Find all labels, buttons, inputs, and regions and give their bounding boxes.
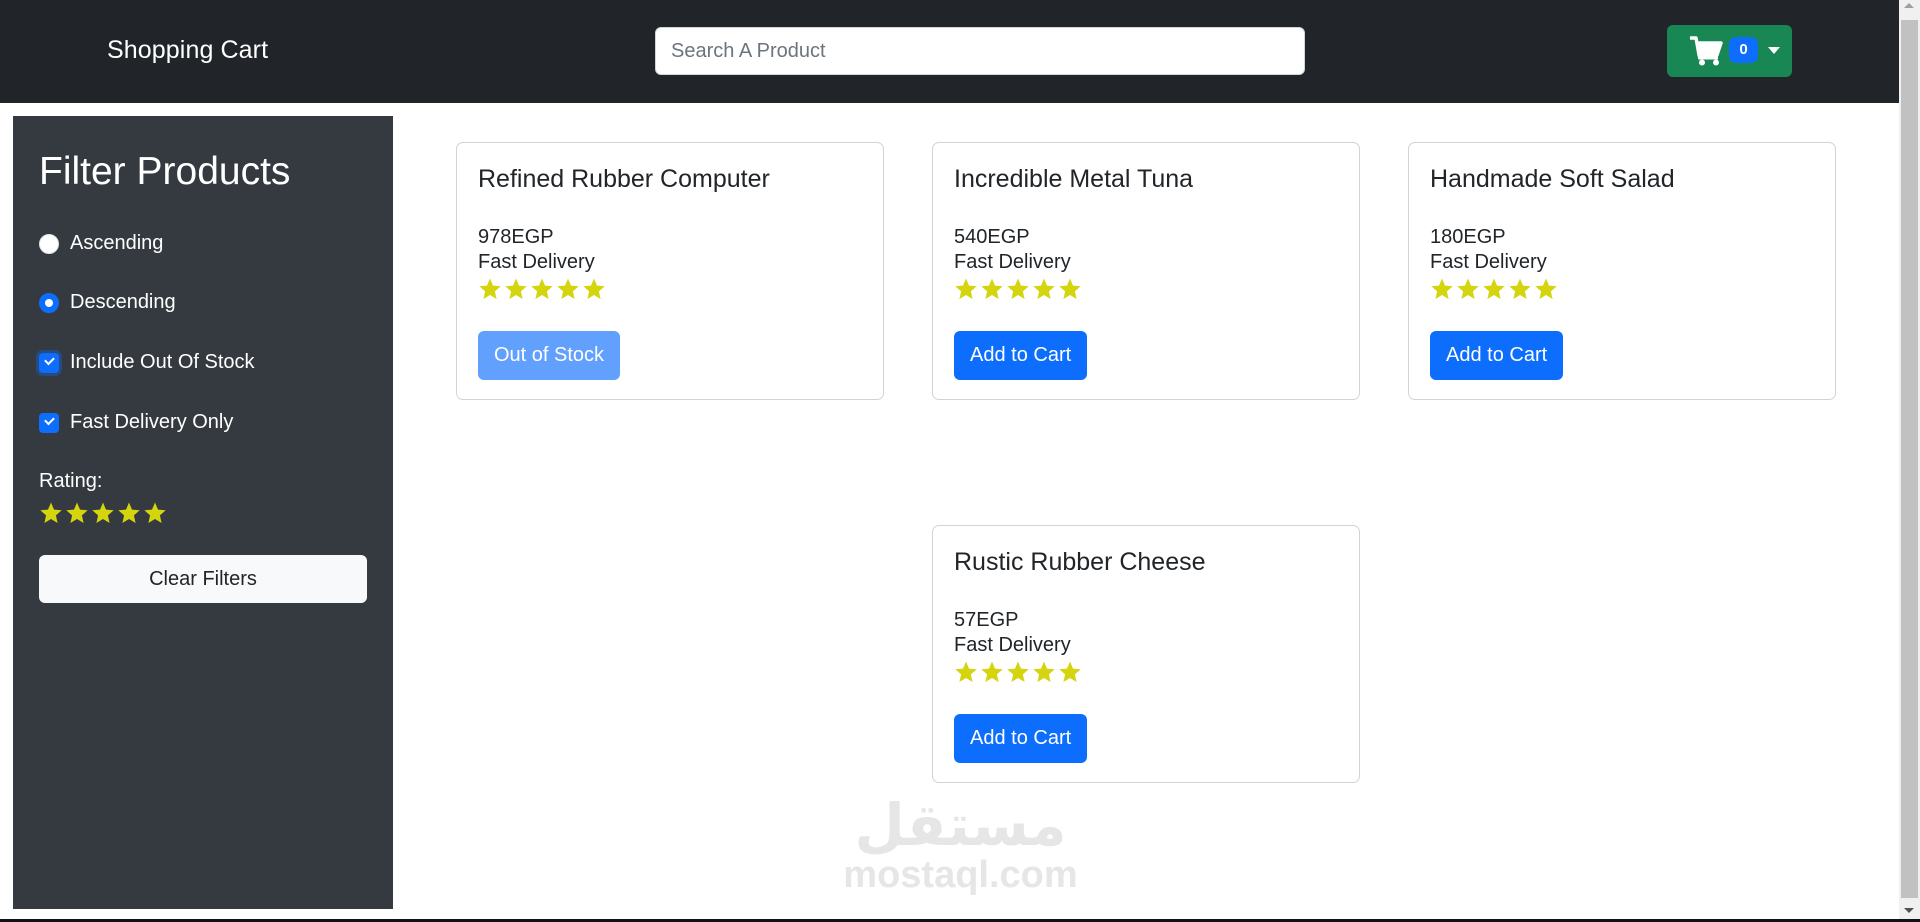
brand-title[interactable]: Shopping Cart <box>107 36 268 65</box>
scrollbar-thumb[interactable] <box>1901 20 1918 898</box>
product-delivery: Fast Delivery <box>954 251 1071 273</box>
product-price: 540EGP <box>954 226 1030 248</box>
star-icon <box>955 278 977 299</box>
star-icon <box>955 661 977 682</box>
filter-sidebar: Filter Products Ascending Descending Inc… <box>13 116 393 909</box>
product-card: Rustic Rubber Cheese 57EGP Fast Delivery… <box>932 525 1360 783</box>
clear-filters-button[interactable]: Clear Filters <box>39 555 367 603</box>
star-icon[interactable] <box>65 501 89 525</box>
checkbox-include-out-of-stock[interactable] <box>39 352 59 373</box>
out-of-stock-button[interactable]: Out of Stock <box>478 331 621 380</box>
product-rating-stars <box>478 277 606 301</box>
star-icon <box>505 278 527 299</box>
include-out-of-stock-option[interactable]: Include Out Of Stock <box>39 351 255 374</box>
product-price: 180EGP <box>1430 226 1506 248</box>
search-input[interactable] <box>655 27 1305 75</box>
star-icon <box>1007 661 1029 682</box>
cart-dropdown-button[interactable]: 0 <box>1667 25 1792 77</box>
scroll-down-arrow-icon[interactable] <box>1904 908 1914 913</box>
rating-label: Rating: <box>39 470 103 492</box>
star-icon <box>583 278 605 299</box>
product-rating-stars <box>954 277 1082 301</box>
star-icon <box>1483 278 1505 299</box>
caret-down-icon <box>1768 47 1780 54</box>
star-icon <box>1535 278 1557 299</box>
fast-delivery-only-label: Fast Delivery Only <box>70 411 234 433</box>
sort-descending-label: Descending <box>70 291 176 313</box>
star-icon[interactable] <box>39 501 63 525</box>
scroll-up-arrow-icon[interactable] <box>1904 3 1914 8</box>
star-icon <box>981 661 1003 682</box>
watermark-arabic: مستقل <box>854 791 1067 859</box>
star-icon <box>557 278 579 299</box>
star-icon <box>531 278 553 299</box>
sort-ascending-label: Ascending <box>70 232 164 254</box>
product-rating-stars <box>954 660 1082 684</box>
sort-ascending-option[interactable]: Ascending <box>39 232 163 255</box>
product-rating-stars <box>1430 277 1558 301</box>
product-name: Incredible Metal Tuna <box>954 165 1194 193</box>
star-icon <box>1007 278 1029 299</box>
checkbox-fast-delivery-only[interactable] <box>39 412 59 433</box>
cart-count-badge: 0 <box>1729 37 1758 63</box>
product-price: 57EGP <box>954 609 1019 631</box>
vertical-scrollbar[interactable] <box>1899 0 1920 920</box>
watermark-text: mostaql.com <box>843 854 1078 896</box>
add-to-cart-button[interactable]: Add to Cart <box>954 331 1088 380</box>
star-icon <box>1457 278 1479 299</box>
star-icon <box>981 278 1003 299</box>
star-icon <box>1509 278 1531 299</box>
star-icon <box>1033 661 1055 682</box>
product-delivery: Fast Delivery <box>478 251 595 273</box>
star-icon <box>1431 278 1453 299</box>
product-name: Refined Rubber Computer <box>478 165 770 193</box>
star-icon <box>1033 278 1055 299</box>
product-name: Rustic Rubber Cheese <box>954 548 1206 576</box>
star-icon <box>1059 661 1081 682</box>
filter-title: Filter Products <box>39 150 291 193</box>
product-delivery: Fast Delivery <box>1430 251 1547 273</box>
include-out-of-stock-label: Include Out Of Stock <box>70 351 255 373</box>
product-card: Incredible Metal Tuna 540EGP Fast Delive… <box>932 142 1360 400</box>
product-card: Refined Rubber Computer 978EGP Fast Deli… <box>456 142 884 400</box>
shopping-cart-icon <box>1690 36 1723 66</box>
radio-descending[interactable] <box>39 292 59 313</box>
product-delivery: Fast Delivery <box>954 634 1071 656</box>
navbar: Shopping Cart 0 <box>0 0 1899 103</box>
star-icon <box>479 278 501 299</box>
star-icon[interactable] <box>91 501 115 525</box>
add-to-cart-button[interactable]: Add to Cart <box>954 714 1088 763</box>
sort-descending-option[interactable]: Descending <box>39 291 176 314</box>
star-icon[interactable] <box>143 501 167 525</box>
add-to-cart-button[interactable]: Add to Cart <box>1430 331 1564 380</box>
star-icon[interactable] <box>117 501 141 525</box>
product-card: Handmade Soft Salad 180EGP Fast Delivery… <box>1408 142 1836 400</box>
product-price: 978EGP <box>478 226 554 248</box>
radio-ascending[interactable] <box>39 233 59 254</box>
rating-filter-stars[interactable] <box>39 501 167 525</box>
watermark: مستقل mostaql.com <box>843 795 1078 895</box>
product-name: Handmade Soft Salad <box>1430 165 1675 193</box>
star-icon <box>1059 278 1081 299</box>
fast-delivery-only-option[interactable]: Fast Delivery Only <box>39 411 233 434</box>
